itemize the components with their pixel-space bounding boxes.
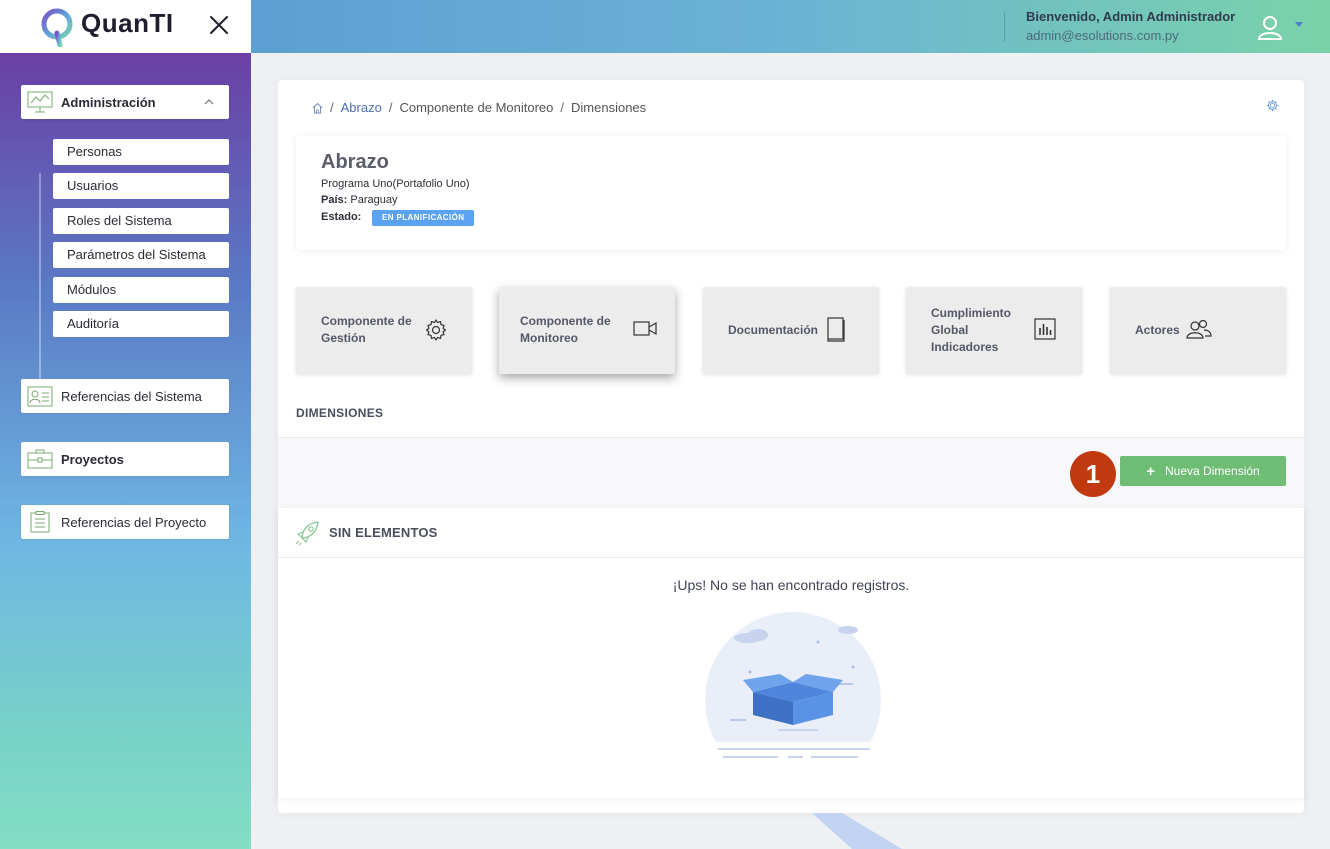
submenu-line	[39, 173, 41, 403]
empty-state-panel: SIN ELEMENTOS ¡Ups! No se han encontrado…	[278, 508, 1304, 798]
caret-down-icon[interactable]	[1295, 22, 1303, 28]
project-country: País: Paraguay	[321, 194, 397, 206]
tile-label-line: Global	[931, 323, 969, 337]
user-avatar-icon[interactable]	[1256, 13, 1284, 41]
sidebar-subitem-usuarios[interactable]: Usuarios	[53, 173, 229, 199]
user-email: admin@esolutions.com.py	[1026, 28, 1179, 43]
chevron-up-icon	[204, 99, 214, 105]
project-title: Abrazo	[321, 151, 389, 173]
sidebar-item-label: Referencias del Proyecto	[61, 514, 207, 530]
status-badge: EN PLANIFICACIÓN	[372, 210, 475, 226]
tile-label-line: Gestión	[321, 331, 366, 345]
sidebar-subitem-roles[interactable]: Roles del Sistema	[53, 208, 229, 234]
tile-label-line: Componente de	[520, 314, 611, 328]
tile-label-line: Indicadores	[931, 340, 999, 354]
empty-box-illustration	[698, 612, 888, 772]
tile-label: Componente de Monitoreo	[520, 313, 611, 347]
breadcrumb-separator: /	[330, 100, 334, 115]
tile-documentacion[interactable]: Documentación	[703, 287, 879, 374]
briefcase-icon	[27, 449, 53, 469]
sidebar-item-label: Proyectos	[61, 451, 124, 467]
project-state-label: Estado:	[321, 211, 361, 223]
empty-state-title: SIN ELEMENTOS	[329, 525, 438, 540]
breadcrumb: / Abrazo / Componente de Monitoreo / Dim…	[312, 100, 646, 115]
empty-state-message: ¡Ups! No se han encontrado registros.	[672, 577, 910, 593]
country-label: País:	[321, 194, 348, 206]
video-icon	[633, 321, 657, 336]
project-program: Programa Uno(Portafolio Uno)	[321, 178, 470, 190]
tile-label: Documentación	[728, 323, 819, 337]
tile-label-line: Cumplimiento	[931, 306, 1011, 320]
sidebar-subitem-personas[interactable]: Personas	[53, 139, 229, 165]
quanti-logo-icon	[41, 8, 73, 47]
sidebar-subitem-auditoria[interactable]: Auditoría	[53, 311, 229, 337]
tile-cumplimiento[interactable]: Cumplimiento Global Indicadores	[906, 287, 1082, 374]
logo-text: QuanTI	[81, 8, 174, 38]
breadcrumb-separator: /	[388, 100, 393, 115]
sidebar-item-referencias-proyecto[interactable]: Referencias del Proyecto	[21, 505, 229, 539]
user-welcome: Bienvenido, Admin Administrador	[1026, 9, 1236, 24]
tile-componente-monitoreo[interactable]: Componente de Monitoreo	[499, 287, 675, 374]
country-value: Paraguay	[350, 194, 398, 206]
sidebar: Administración Personas Usuarios Roles d…	[0, 53, 251, 849]
section-title: DIMENSIONES	[296, 406, 384, 420]
breadcrumb-separator: /	[560, 100, 565, 115]
sidebar-item-proyectos[interactable]: Proyectos	[21, 442, 229, 476]
logo-area: QuanTI	[0, 0, 251, 53]
decorative-shape	[812, 813, 902, 849]
sidebar-subitem-parametros[interactable]: Parámetros del Sistema	[53, 242, 229, 268]
close-icon[interactable]	[205, 11, 233, 39]
breadcrumb-current: Dimensiones	[571, 100, 647, 115]
breadcrumb-link-abrazo[interactable]: Abrazo	[341, 100, 382, 115]
sidebar-item-label: Administración	[61, 94, 156, 110]
clipboard-icon	[30, 511, 50, 533]
tile-label-line: Monitoreo	[520, 331, 578, 345]
new-dimension-label: Nueva Dimensión	[1165, 464, 1260, 478]
rocket-icon	[295, 521, 319, 546]
tile-actores[interactable]: Actores	[1110, 287, 1286, 374]
bar-chart-icon	[1034, 318, 1056, 340]
book-icon	[827, 317, 845, 342]
new-dimension-button[interactable]: + Nueva Dimensión	[1120, 456, 1286, 486]
users-icon	[1186, 319, 1212, 339]
sidebar-subitem-modulos[interactable]: Módulos	[53, 277, 229, 303]
step-marker: 1	[1070, 451, 1116, 497]
main-card: / Abrazo / Componente de Monitoreo / Dim…	[278, 80, 1304, 813]
sidebar-item-administracion[interactable]: Administración	[21, 85, 229, 119]
state-label: Estado:	[321, 211, 362, 223]
tile-label: Componente de Gestión	[321, 313, 412, 347]
tile-label-line: Componente de	[321, 314, 412, 328]
breadcrumb-item-componente[interactable]: Componente de Monitoreo	[399, 100, 553, 115]
project-info-box: Abrazo Programa Uno(Portafolio Uno) País…	[296, 136, 1286, 250]
plus-icon: +	[1146, 462, 1156, 480]
sidebar-item-label: Referencias del Sistema	[61, 388, 202, 404]
settings-gear-icon[interactable]	[1266, 99, 1279, 112]
topbar: Bienvenido, Admin Administrador admin@es…	[251, 0, 1330, 53]
home-icon[interactable]	[312, 102, 323, 114]
id-card-icon	[27, 386, 53, 407]
gear-icon	[425, 319, 447, 341]
tile-componente-gestion[interactable]: Componente de Gestión	[296, 287, 472, 374]
presentation-chart-icon	[27, 91, 53, 113]
tile-label: Actores	[1135, 323, 1180, 337]
topbar-divider	[1004, 12, 1005, 42]
empty-state-header: SIN ELEMENTOS	[278, 508, 1304, 558]
sidebar-item-referencias-sistema[interactable]: Referencias del Sistema	[21, 379, 229, 413]
tile-label: Cumplimiento Global Indicadores	[931, 305, 1011, 356]
